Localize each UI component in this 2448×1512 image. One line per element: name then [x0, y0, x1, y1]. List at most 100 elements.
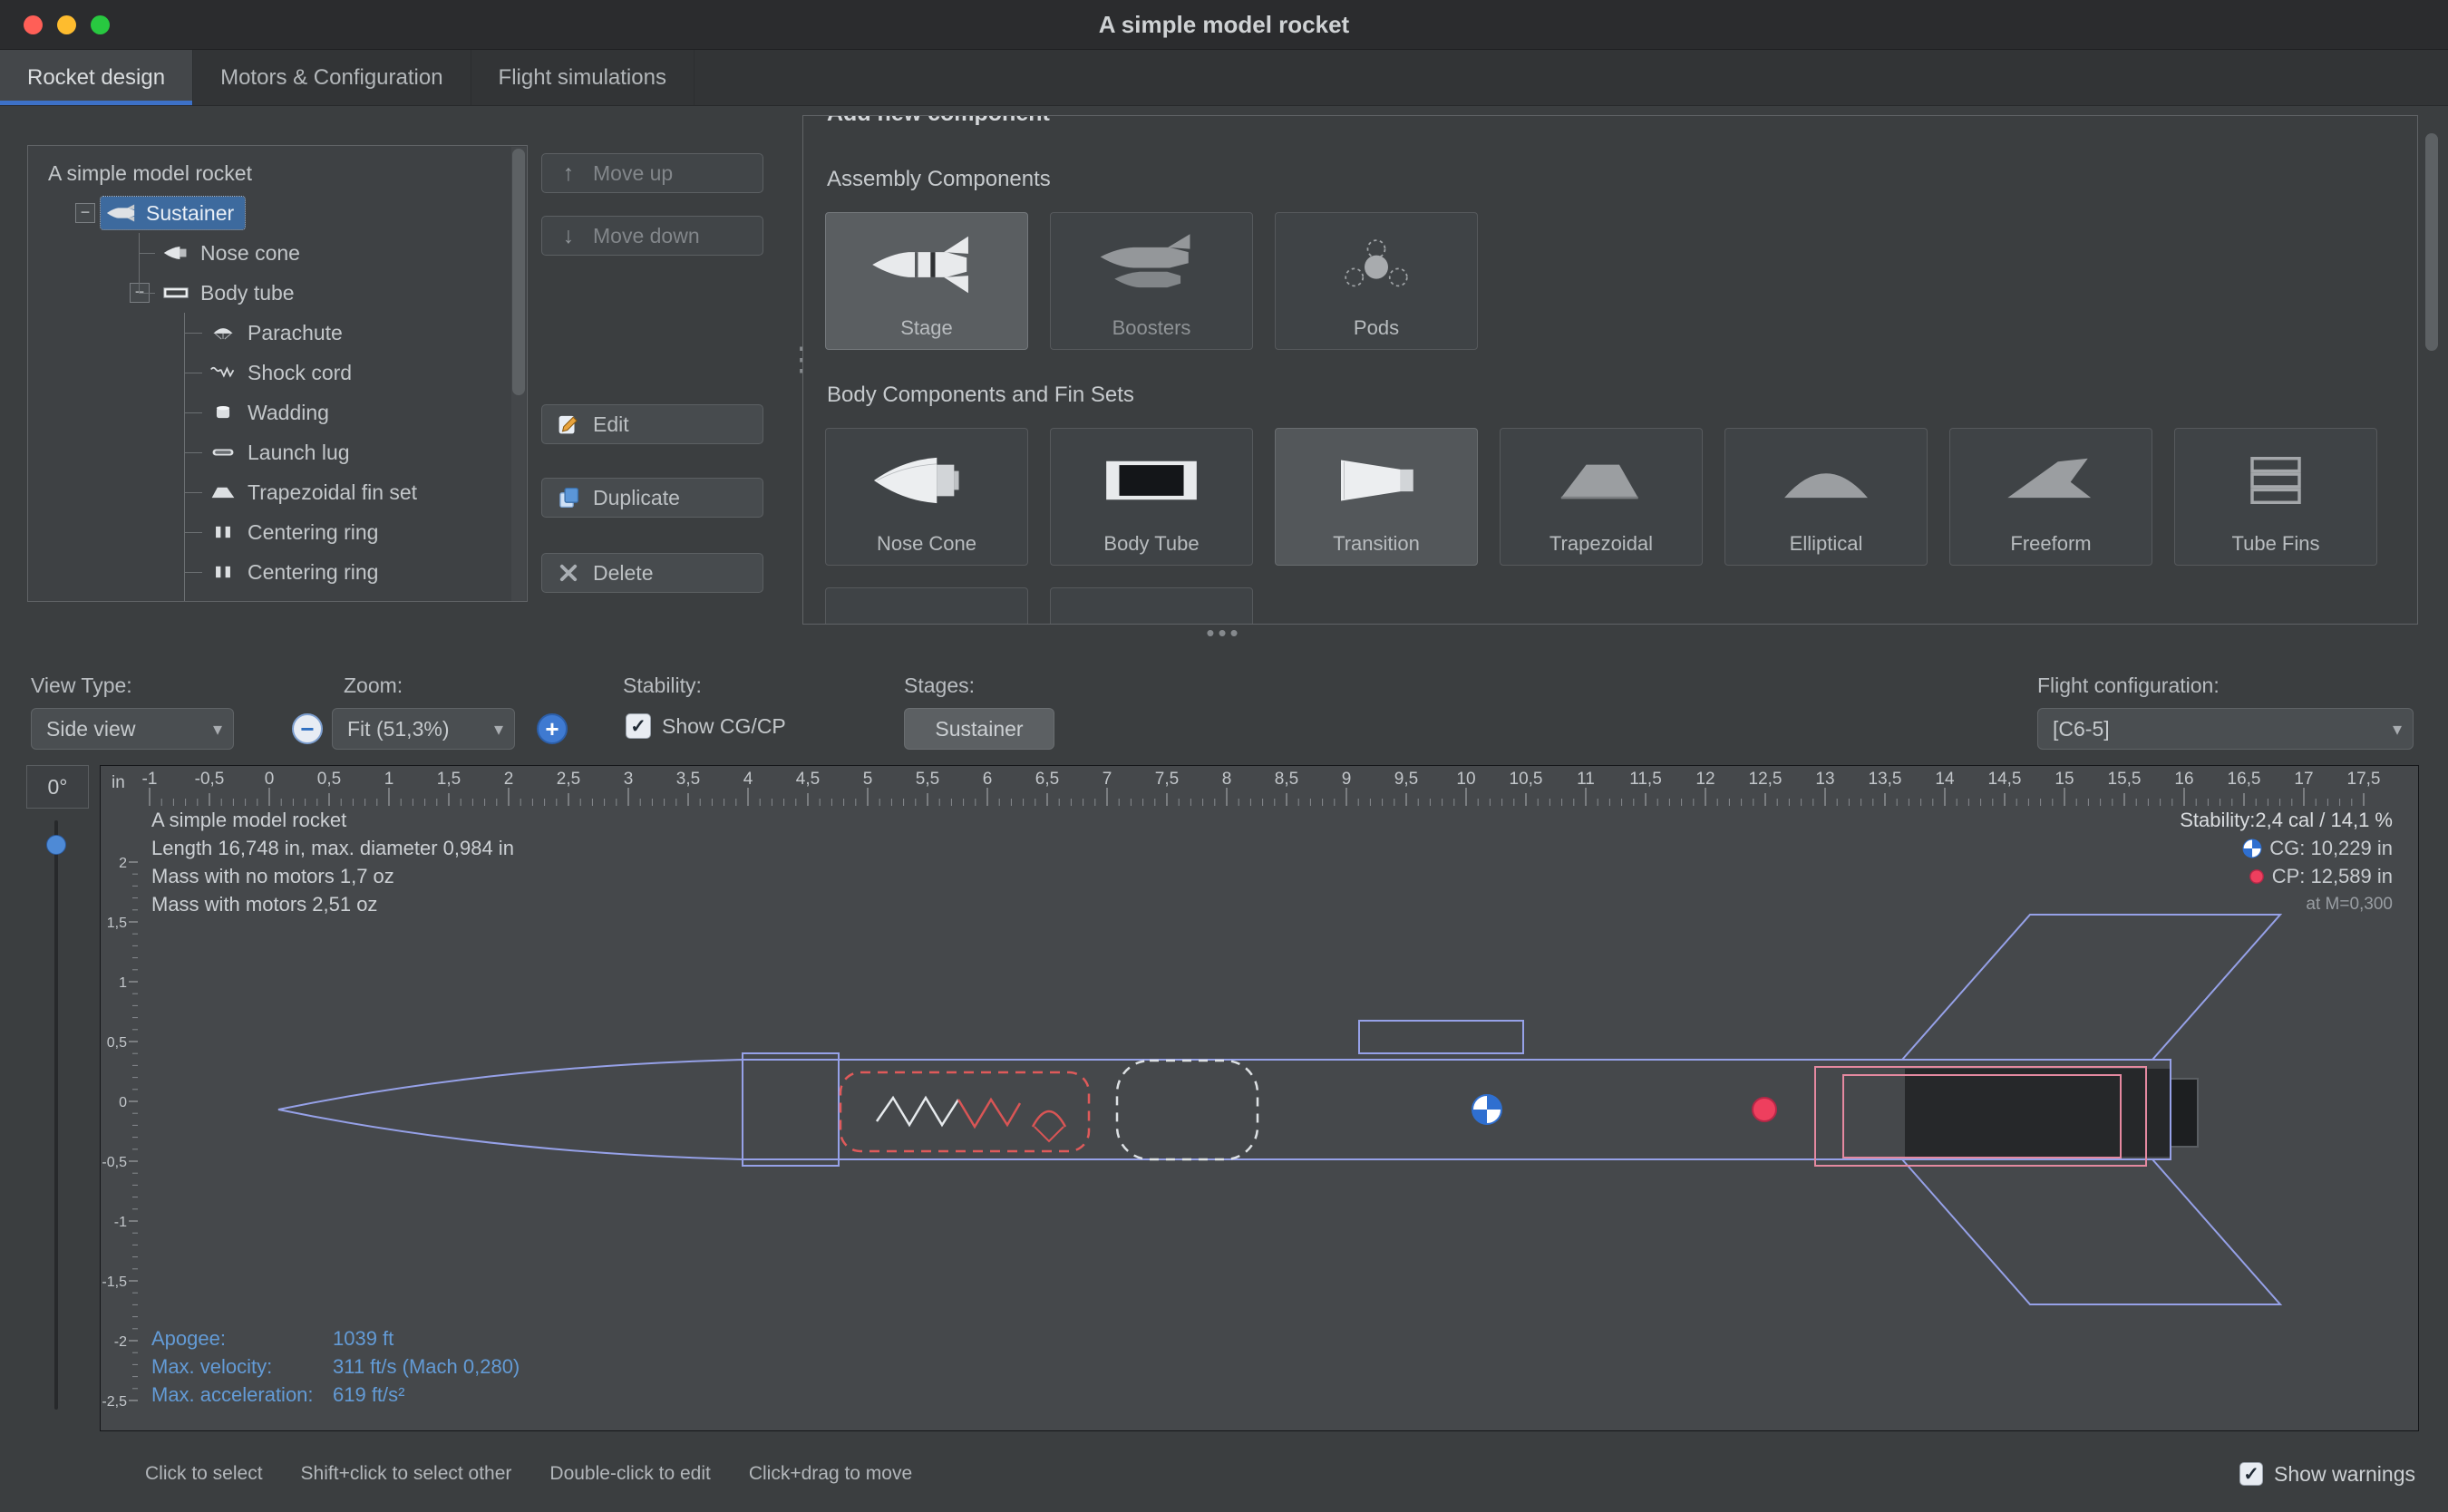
- add-component-title: Add new component: [818, 115, 1059, 127]
- nose-shoulder-shape[interactable]: [743, 1053, 839, 1166]
- svg-text:9: 9: [1342, 770, 1352, 789]
- add-panel-scrollbar[interactable]: [2424, 115, 2439, 625]
- zoom-value: Fit (51,3%): [347, 717, 449, 741]
- nose-cone-shape[interactable]: [278, 1060, 743, 1159]
- fin-set-icon: [206, 483, 240, 501]
- tree-item-launch-lug[interactable]: Launch lug: [28, 432, 527, 472]
- tree-item-parachute[interactable]: Parachute: [28, 313, 527, 353]
- add-tube-fins-button[interactable]: Tube Fins: [2174, 428, 2377, 566]
- scrollbar-thumb[interactable]: [2425, 133, 2438, 351]
- move-down-button[interactable]: ↓Move down: [541, 216, 763, 256]
- view-toolbar: View Type: Side view ▾ Zoom: Fit (51,3%)…: [0, 661, 2448, 762]
- tree-item-label: Centering ring: [248, 520, 378, 545]
- show-warnings-label: Show warnings: [2274, 1462, 2415, 1487]
- tree-item-inner-tube[interactable]: Inner Tube: [28, 592, 527, 601]
- tree-root[interactable]: A simple model rocket: [28, 153, 527, 193]
- svg-text:2: 2: [119, 856, 127, 871]
- shock-cord-shape[interactable]: [877, 1098, 958, 1125]
- flight-stat-label: Apogee:: [151, 1324, 333, 1352]
- tree-item-sustainer[interactable]: −Sustainer: [28, 193, 527, 233]
- svg-text:5,5: 5,5: [916, 770, 939, 789]
- rotation-slider-thumb[interactable]: [46, 835, 66, 855]
- zoom-in-button[interactable]: [537, 713, 568, 744]
- tree-item-shock-cord[interactable]: Shock cord: [28, 353, 527, 393]
- section-title: Assembly Components: [827, 167, 2395, 192]
- show-cg-cp-control: Show CG/CP: [626, 713, 786, 739]
- show-warnings-checkbox[interactable]: [2239, 1462, 2263, 1486]
- tree-item-label: Body tube: [200, 281, 295, 305]
- add-elliptical-button[interactable]: Elliptical: [1724, 428, 1928, 566]
- stage-toggle-sustainer[interactable]: Sustainer: [904, 708, 1054, 750]
- svg-text:-2: -2: [114, 1334, 127, 1350]
- window-title: A simple model rocket: [0, 0, 2448, 50]
- view-type-label: View Type:: [31, 674, 132, 698]
- collapse-toggle[interactable]: −: [130, 283, 150, 303]
- show-cg-cp-label: Show CG/CP: [662, 714, 786, 739]
- section-title: Body Components and Fin Sets: [827, 383, 2395, 408]
- svg-text:-2,5: -2,5: [102, 1394, 127, 1410]
- rocket-canvas[interactable]: -1-0,500,511,522,533,544,555,566,577,588…: [100, 765, 2419, 1431]
- stability-label: Stability:: [623, 674, 702, 698]
- svg-text:14,5: 14,5: [1988, 770, 2022, 789]
- component-label: Body Tube: [1103, 532, 1199, 556]
- parachute-canopy-shape[interactable]: [1033, 1111, 1065, 1127]
- lower-fin-shape[interactable]: [1902, 1159, 2280, 1304]
- show-cg-cp-checkbox[interactable]: [626, 713, 651, 739]
- upper-fin-shape[interactable]: [1902, 915, 2280, 1060]
- shock-cord-red-shape[interactable]: [958, 1100, 1020, 1127]
- add-body-tube-button[interactable]: Body Tube: [1050, 428, 1253, 566]
- cg-value: CG: 10,229 in: [2269, 834, 2393, 862]
- app-window: A simple model rocket Rocket designMotor…: [0, 0, 2448, 1512]
- zoom-out-button[interactable]: [292, 713, 323, 744]
- tree-item-centering-ring[interactable]: Centering ring: [28, 552, 527, 592]
- component-label: Nose Cone: [877, 532, 976, 556]
- svg-text:0,5: 0,5: [107, 1035, 127, 1051]
- wadding-shape[interactable]: [1117, 1061, 1258, 1159]
- launch-lug-shape[interactable]: [1359, 1021, 1523, 1053]
- zoom-select[interactable]: Fit (51,3%) ▾: [332, 708, 515, 750]
- tab-rocket-design[interactable]: Rocket design: [0, 50, 193, 105]
- add-pods-button[interactable]: Pods: [1275, 212, 1478, 350]
- duplicate-button[interactable]: Duplicate: [541, 478, 763, 518]
- panel-resize-handle-icon[interactable]: •••: [0, 619, 2448, 647]
- add-stage-button[interactable]: Stage: [825, 212, 1028, 350]
- mach-value: at M=0,300: [2180, 890, 2393, 918]
- cg-marker: [1472, 1095, 1501, 1124]
- tree-item-centering-ring[interactable]: Centering ring: [28, 512, 527, 552]
- delete-button[interactable]: Delete: [541, 553, 763, 593]
- add-freeform-button[interactable]: Freeform: [1949, 428, 2152, 566]
- tree-scrollbar[interactable]: [511, 147, 526, 602]
- add-boosters-button[interactable]: Boosters: [1050, 212, 1253, 350]
- svg-text:11,5: 11,5: [1629, 770, 1662, 789]
- centering-ring-icon: [206, 523, 240, 541]
- flight-stat-value: 619 ft/s²: [333, 1381, 404, 1409]
- tree-item-nose-cone[interactable]: Nose cone: [28, 233, 527, 273]
- svg-text:-1: -1: [114, 1215, 127, 1230]
- rocket-icon: [104, 204, 139, 222]
- scrollbar-thumb[interactable]: [512, 149, 525, 395]
- add-nose-cone-button[interactable]: Nose Cone: [825, 428, 1028, 566]
- add-trapezoidal-button[interactable]: Trapezoidal: [1500, 428, 1703, 566]
- flight-stat-label: Max. velocity:: [151, 1352, 333, 1381]
- elliptical-lg-icon: [1767, 429, 1885, 532]
- tree-item-wadding[interactable]: Wadding: [28, 393, 527, 432]
- tab-motors-configuration[interactable]: Motors & Configuration: [193, 50, 471, 105]
- canvas-row: 0° -1-0,500,511,522,533,544,555,566,577,…: [0, 762, 2448, 1451]
- tab-flight-simulations[interactable]: Flight simulations: [471, 50, 695, 105]
- move-up-button[interactable]: ↑Move up: [541, 153, 763, 193]
- tree-item-body-tube[interactable]: − Body tube: [28, 273, 527, 313]
- collapse-toggle[interactable]: −: [75, 203, 95, 223]
- rotation-indicator: 0°: [26, 765, 89, 809]
- rotation-slider[interactable]: [54, 820, 58, 1410]
- button-label: Move up: [593, 161, 673, 186]
- svg-text:12,5: 12,5: [1749, 770, 1783, 789]
- stage-icon: [868, 213, 986, 316]
- interaction-hints: Click to selectShift+click to select oth…: [145, 1463, 912, 1485]
- chevron-down-icon: ▾: [2393, 718, 2402, 741]
- tree-item-trapezoidal-fin-set[interactable]: Trapezoidal fin set: [28, 472, 527, 512]
- view-type-select[interactable]: Side view ▾: [31, 708, 234, 750]
- parachute-lines-shape[interactable]: [1035, 1127, 1064, 1141]
- flight-configuration-select[interactable]: [C6-5] ▾: [2037, 708, 2414, 750]
- add-transition-button[interactable]: Transition: [1275, 428, 1478, 566]
- edit-button[interactable]: Edit: [541, 404, 763, 444]
